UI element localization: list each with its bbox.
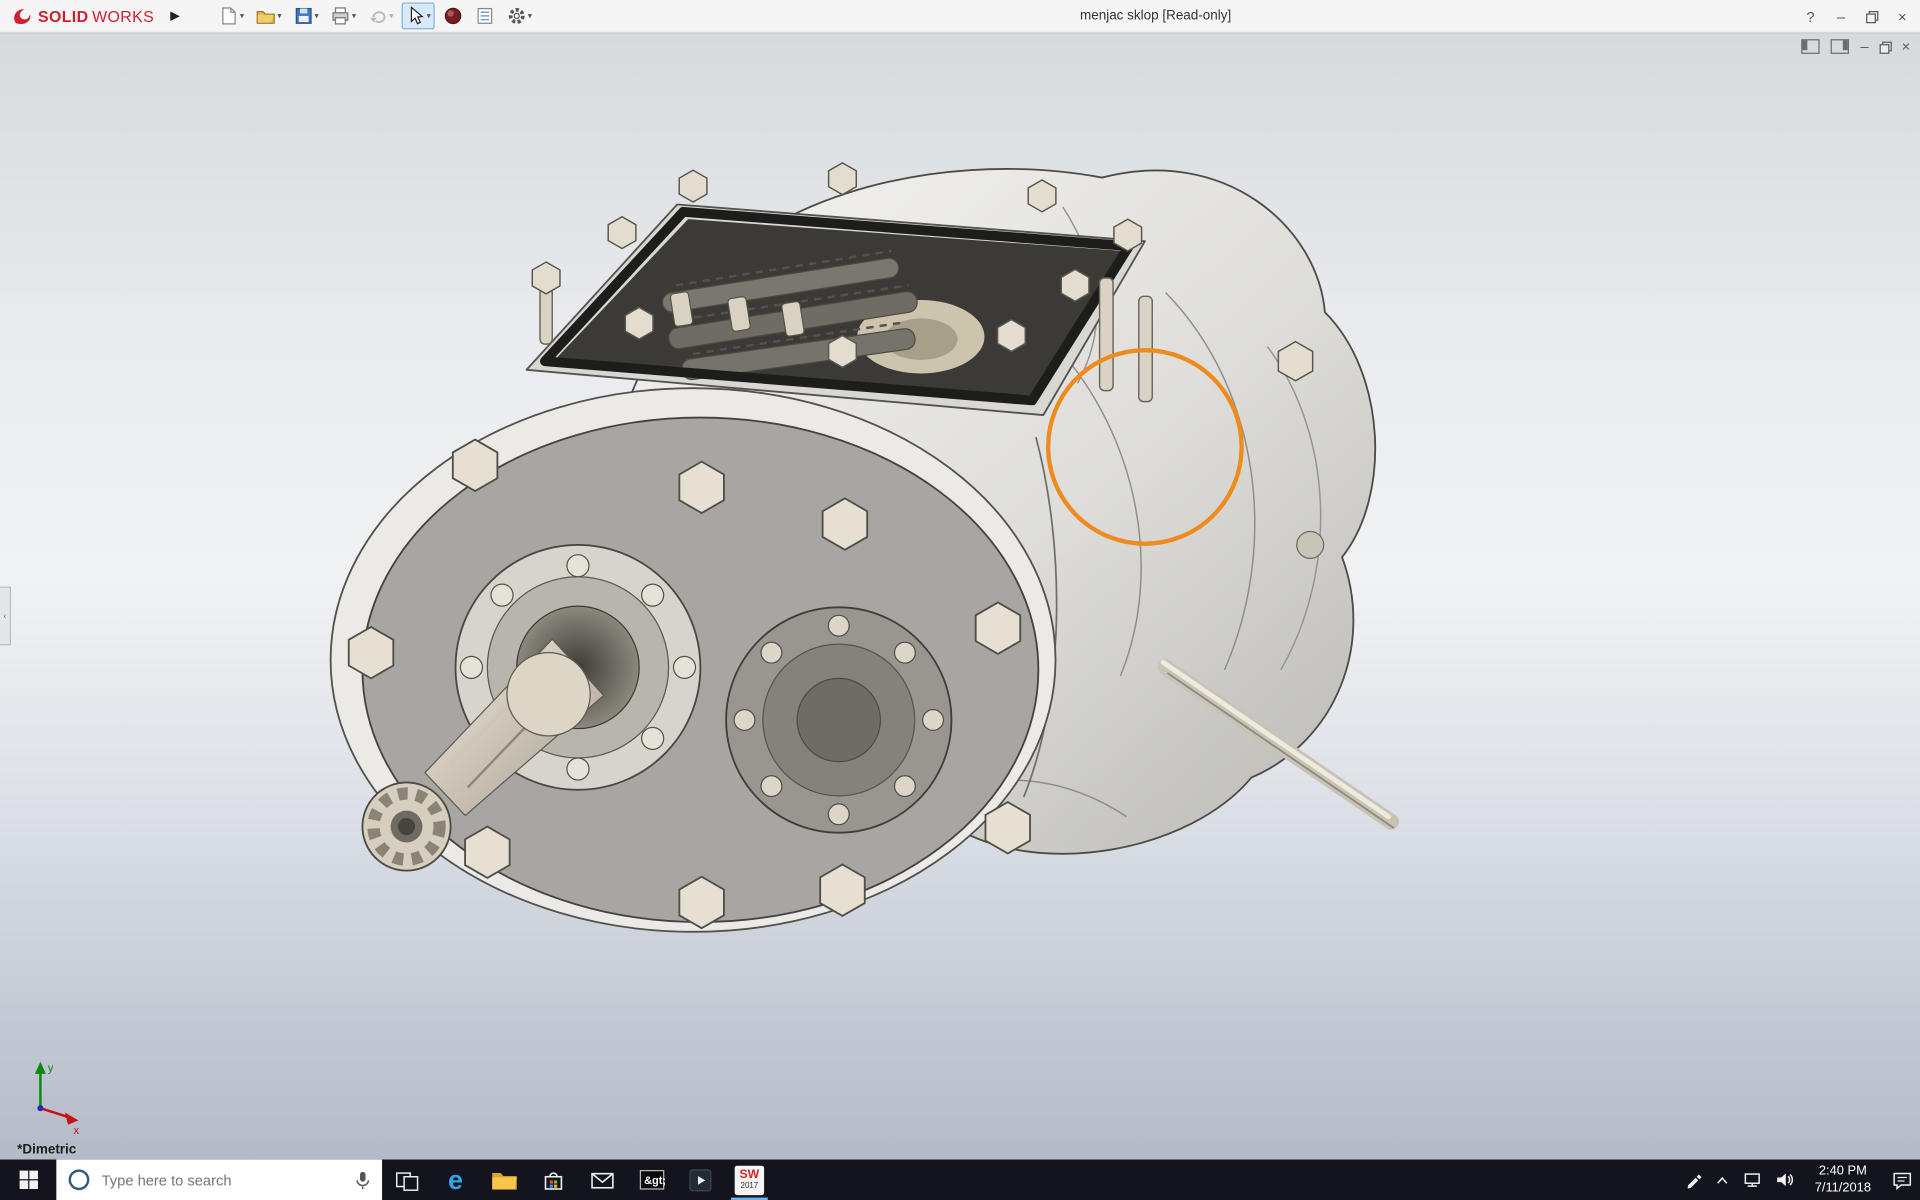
microphone-icon[interactable] xyxy=(355,1170,370,1190)
dropdown-caret[interactable]: ▾ xyxy=(352,11,356,21)
edge-icon: e xyxy=(448,1163,464,1195)
model-gearbox-assembly[interactable]: y x xyxy=(0,33,1920,1160)
save-button[interactable]: ▾ xyxy=(290,2,322,29)
ds-swirl-icon xyxy=(14,9,31,25)
drain-plug[interactable] xyxy=(1296,530,1325,559)
triad-y-label: y xyxy=(48,1062,54,1074)
view-orientation-label: *Dimetric xyxy=(17,1142,77,1158)
pane-left-icon[interactable] xyxy=(1801,39,1820,54)
document-window-controls: – × xyxy=(1801,39,1911,54)
dropdown-caret[interactable]: ▾ xyxy=(528,11,532,21)
titlebar: SOLID WORKS ▶ ▾ ▾ ▾ ▾ ▾ ▾ ▾ menjac sklop… xyxy=(0,0,1920,34)
orientation-triad: y x xyxy=(34,1061,79,1137)
store-button[interactable] xyxy=(529,1160,578,1200)
spline-coupler xyxy=(361,781,452,872)
solidworks-taskbar-button[interactable]: SW 2017 xyxy=(725,1160,774,1200)
dropdown-caret[interactable]: ▾ xyxy=(427,11,431,21)
taskbar-search[interactable] xyxy=(56,1159,383,1200)
action-center-icon[interactable] xyxy=(1892,1170,1913,1190)
minimize-button[interactable]: – xyxy=(1826,0,1857,33)
edge-button[interactable]: e xyxy=(431,1160,480,1200)
pane-right-icon[interactable] xyxy=(1830,39,1850,54)
dropdown-caret[interactable]: ▾ xyxy=(240,11,244,21)
dropdown-caret[interactable]: ▾ xyxy=(315,11,319,21)
solidworks-2017-icon: SW 2017 xyxy=(734,1165,765,1195)
dropdown-caret[interactable]: ▾ xyxy=(277,11,281,21)
file-explorer-button[interactable] xyxy=(480,1160,529,1200)
open-document-button[interactable]: ▾ xyxy=(253,2,285,29)
window-title: menjac sklop [Read-only] xyxy=(1080,8,1232,24)
solidworks-window: SOLID WORKS ▶ ▾ ▾ ▾ ▾ ▾ ▾ ▾ menjac sklop… xyxy=(0,0,1920,1200)
help-button[interactable]: ? xyxy=(1795,0,1826,33)
windows-ink-icon[interactable] xyxy=(1685,1171,1702,1188)
task-view-icon xyxy=(396,1171,419,1191)
movies-app-button[interactable] xyxy=(676,1160,725,1200)
document-lines-icon xyxy=(477,7,493,24)
doc-restore-button[interactable] xyxy=(1879,41,1892,54)
quick-toolbar: ▾ ▾ ▾ ▾ ▾ ▾ ▾ xyxy=(215,2,535,30)
clock-date: 7/11/2018 xyxy=(1814,1179,1871,1195)
appearance-button[interactable] xyxy=(440,2,467,29)
menu-expand-arrow[interactable]: ▶ xyxy=(166,9,183,22)
movies-app-icon xyxy=(689,1168,712,1191)
brand-text-solid: SOLID xyxy=(37,6,89,26)
network-icon[interactable] xyxy=(1742,1171,1762,1189)
task-view-button[interactable] xyxy=(382,1160,431,1200)
file-explorer-icon xyxy=(492,1172,517,1189)
new-document-button[interactable]: ▾ xyxy=(215,2,247,29)
collapsed-panel-tab[interactable]: ‹ xyxy=(0,586,12,646)
mail-button[interactable] xyxy=(578,1160,627,1200)
graphics-viewport[interactable]: – × ‹ y x *Dimetric xyxy=(0,33,1920,1160)
secondary-cover[interactable] xyxy=(725,606,953,834)
doc-minimize-button[interactable]: – xyxy=(1860,39,1868,54)
hidden-icons-chevron[interactable] xyxy=(1714,1174,1730,1186)
taskbar-clock[interactable]: 2:40 PM 7/11/2018 xyxy=(1806,1164,1879,1196)
dropdown-caret[interactable]: ▾ xyxy=(389,11,393,21)
undo-button[interactable]: ▾ xyxy=(365,2,397,29)
store-icon xyxy=(544,1171,563,1190)
open-folder-icon xyxy=(257,11,276,24)
print-button[interactable]: ▾ xyxy=(327,2,359,29)
window-controls: ? – × xyxy=(1795,0,1917,33)
windows-logo-icon xyxy=(18,1170,38,1189)
triad-x-label: x xyxy=(73,1125,79,1137)
settings-gear-icon xyxy=(508,7,525,24)
system-tray: 2:40 PM 7/11/2018 xyxy=(1685,1164,1920,1196)
cortana-icon xyxy=(68,1169,90,1191)
sw-badge-text: SW xyxy=(739,1168,760,1182)
document-options-button[interactable] xyxy=(471,2,498,29)
print-icon xyxy=(332,7,349,25)
settings-button[interactable]: ▾ xyxy=(503,2,535,29)
brand-text-works: WORKS xyxy=(92,6,155,26)
undo-icon xyxy=(369,11,386,24)
sw-badge-year: 2017 xyxy=(740,1181,759,1191)
new-document-icon xyxy=(222,7,236,25)
command-prompt-button[interactable]: &gt;_ xyxy=(627,1160,676,1200)
doc-close-button[interactable]: × xyxy=(1902,39,1911,54)
restore-button[interactable] xyxy=(1856,0,1887,33)
command-prompt-icon: &gt;_ xyxy=(639,1170,664,1190)
prompt-glyph: &gt;_ xyxy=(643,1175,664,1187)
speaker-icon[interactable] xyxy=(1774,1171,1794,1189)
close-button[interactable]: × xyxy=(1887,0,1918,33)
select-tool-button[interactable]: ▾ xyxy=(402,2,435,30)
restore-icon xyxy=(1866,11,1879,24)
save-floppy-icon xyxy=(295,7,312,24)
search-input[interactable] xyxy=(99,1170,343,1190)
start-button[interactable] xyxy=(0,1160,56,1200)
solidworks-logo: SOLID WORKS xyxy=(0,6,154,26)
select-cursor-icon xyxy=(411,6,425,25)
appearance-sphere-icon xyxy=(444,7,462,25)
mail-icon xyxy=(591,1172,614,1188)
clock-time: 2:40 PM xyxy=(1818,1163,1867,1179)
windows-taskbar: e &gt;_ xyxy=(0,1159,1920,1200)
